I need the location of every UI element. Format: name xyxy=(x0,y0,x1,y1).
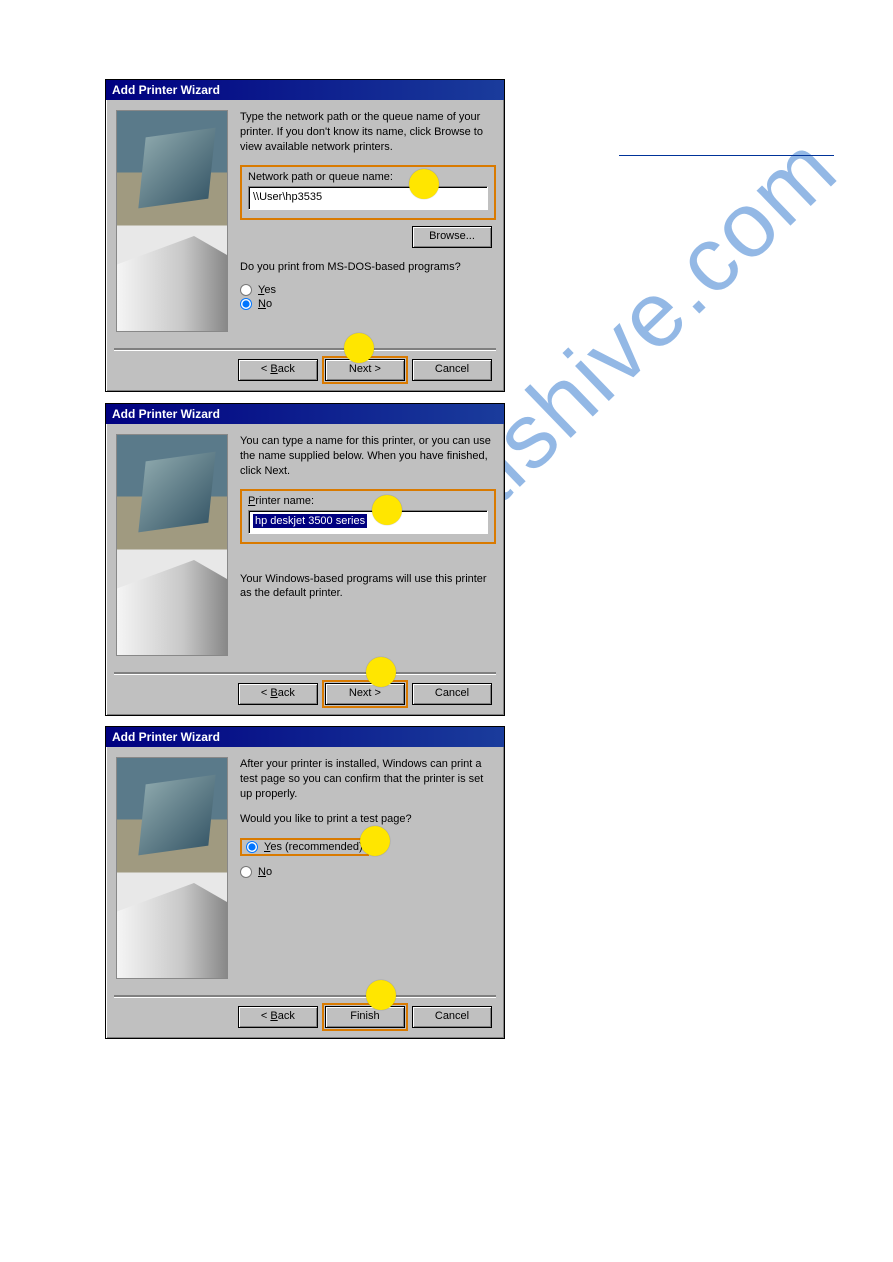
back-button[interactable]: < Back xyxy=(238,683,318,705)
radio-yes[interactable] xyxy=(240,284,252,296)
network-path-label: Network path or queue name: xyxy=(248,171,488,183)
wizard-dialog-3: Add Printer Wizard After your printer is… xyxy=(105,726,505,1039)
wizard-dialog-2: Add Printer Wizard You can type a name f… xyxy=(105,403,505,716)
link-underline xyxy=(619,155,834,156)
back-button[interactable]: < Back xyxy=(238,359,318,381)
printer-name-input[interactable]: hp deskjet 3500 series xyxy=(248,510,488,534)
wizard-dialog-1: Add Printer Wizard Type the network path… xyxy=(105,79,505,392)
radio-no-row[interactable]: No xyxy=(240,866,492,878)
cancel-button[interactable]: Cancel xyxy=(412,359,492,381)
radio-yes-row[interactable]: Yes (recommended) xyxy=(240,838,369,856)
highlight-dot xyxy=(360,826,390,856)
titlebar: Add Printer Wizard xyxy=(106,727,504,747)
radio-no-row[interactable]: No xyxy=(240,298,496,310)
radio-yes-label: Yes (recommended) xyxy=(264,841,363,853)
radio-yes-row[interactable]: Yes xyxy=(240,284,496,296)
description-text: After your printer is installed, Windows… xyxy=(240,757,492,802)
radio-no-label: No xyxy=(258,298,272,310)
printer-illustration xyxy=(116,110,228,332)
default-printer-note: Your Windows-based programs will use thi… xyxy=(240,572,496,602)
printer-name-group: Printer name: hp deskjet 3500 series xyxy=(240,489,496,544)
test-page-question: Would you like to print a test page? xyxy=(240,812,492,827)
radio-yes[interactable] xyxy=(246,841,258,853)
description-text: Type the network path or the queue name … xyxy=(240,110,496,155)
cancel-button[interactable]: Cancel xyxy=(412,1006,492,1028)
back-button[interactable]: < Back xyxy=(238,1006,318,1028)
highlight-dot xyxy=(372,495,402,525)
cancel-button[interactable]: Cancel xyxy=(412,683,492,705)
network-path-group: Network path or queue name: \\User\hp353… xyxy=(240,165,496,220)
network-path-input[interactable]: \\User\hp3535 xyxy=(248,186,488,210)
next-button[interactable]: Next > xyxy=(325,683,405,705)
dialog-footer: < Back Next > Cancel xyxy=(106,675,504,715)
radio-yes-label: Yes xyxy=(258,284,276,296)
radio-no[interactable] xyxy=(240,298,252,310)
next-button[interactable]: Next > xyxy=(325,359,405,381)
printer-illustration xyxy=(116,757,228,979)
printer-name-value: hp deskjet 3500 series xyxy=(253,514,367,528)
highlight-dot xyxy=(366,980,396,1010)
radio-no-label: No xyxy=(258,866,272,878)
titlebar: Add Printer Wizard xyxy=(106,404,504,424)
highlight-dot xyxy=(366,657,396,687)
printer-name-label: Printer name: xyxy=(248,495,488,507)
radio-no[interactable] xyxy=(240,866,252,878)
highlight-dot xyxy=(409,169,439,199)
dialog-footer: < Back Finish Cancel xyxy=(106,998,504,1038)
finish-button[interactable]: Finish xyxy=(325,1006,405,1028)
description-text: You can type a name for this printer, or… xyxy=(240,434,496,479)
titlebar: Add Printer Wizard xyxy=(106,80,504,100)
highlight-dot xyxy=(344,333,374,363)
dialog-footer: < Back Next > Cancel xyxy=(106,351,504,391)
msdos-question: Do you print from MS-DOS-based programs? xyxy=(240,260,496,275)
printer-illustration xyxy=(116,434,228,656)
browse-button[interactable]: Browse... xyxy=(412,226,492,248)
